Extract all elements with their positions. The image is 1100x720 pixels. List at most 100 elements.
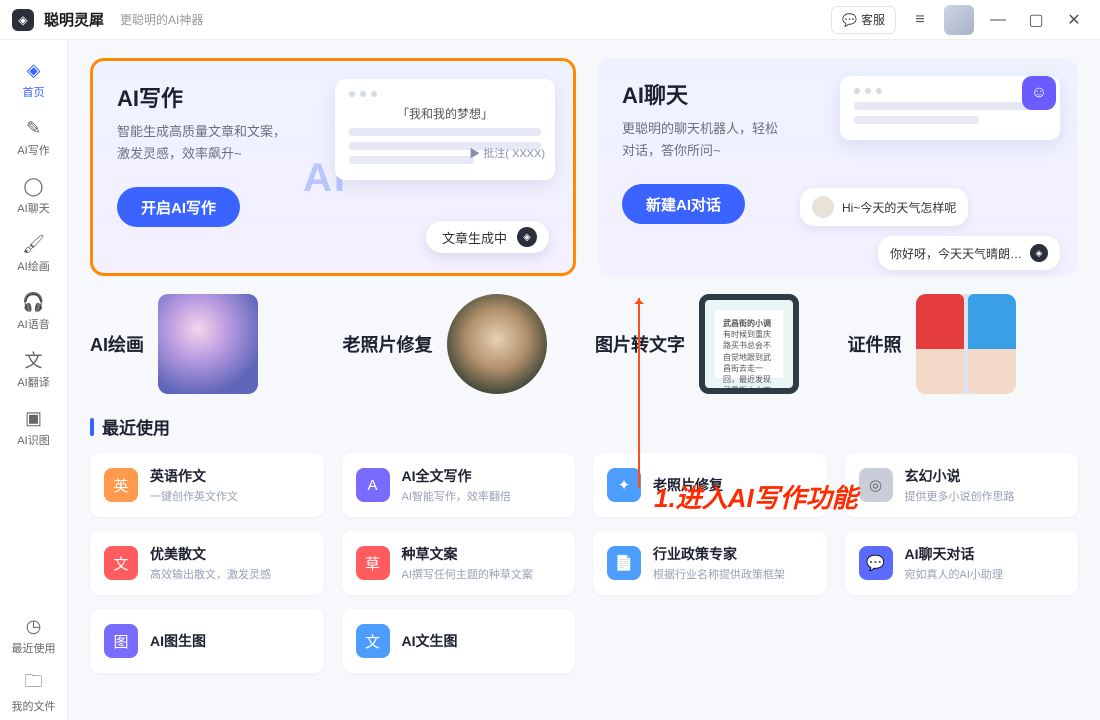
start-write-button[interactable]: 开启AI写作 (117, 187, 240, 227)
sidebar-item-draw[interactable]: 🖌 AI绘画 (6, 224, 62, 280)
recent-item-icon: 📄 (607, 546, 641, 580)
recent-item-icon: 草 (356, 546, 390, 580)
sidebar-item-ocr[interactable]: ▣ AI识图 (6, 398, 62, 454)
recent-item[interactable]: ◎ 玄幻小说提供更多小说创作思路 (845, 453, 1079, 517)
annotation-text: 1.进入AI写作功能 (654, 478, 858, 515)
feature-ocr[interactable]: 图片转文字 武昌街的小调 有时候到重庆路买书总会不自觉地跟到武昌街去走一回，最近… (595, 294, 826, 394)
recent-item-icon: A (356, 468, 390, 502)
chat-bubble-user: Hi~今天的天气怎样呢 (800, 188, 968, 226)
window-maximize-icon[interactable]: ▢ (1022, 6, 1050, 34)
recent-item[interactable]: 英 英语作文一键创作英文作文 (90, 453, 324, 517)
chat-bubbles: Hi~今天的天气怎样呢 你好呀，今天天气晴朗… ◈ (800, 188, 1060, 280)
sidebar-item-label: AI翻译 (6, 374, 62, 390)
recent-item-icon: 文 (356, 624, 390, 658)
mock-topic: 「我和我的梦想」 (349, 105, 541, 122)
recent-item[interactable]: 文 AI文生图 (342, 609, 576, 673)
recent-item[interactable]: 文 优美散文高效输出散文，激发灵感 (90, 531, 324, 595)
sidebar-item-files[interactable]: 🗀 我的文件 (6, 664, 62, 720)
recent-item-icon: 💬 (859, 546, 893, 580)
sidebar-item-label: AI写作 (6, 142, 62, 158)
app-name: 聪明灵犀 (44, 9, 104, 30)
recent-item-title: 行业政策专家 (653, 544, 785, 564)
feature-photo-image (447, 294, 547, 394)
chat-bubble-bot: 你好呀，今天天气晴朗… ◈ (878, 236, 1060, 270)
recent-item-title: 优美散文 (150, 544, 271, 564)
scan-icon: ▣ (22, 406, 46, 430)
recent-item[interactable]: 图 AI图生图 (90, 609, 324, 673)
recent-item-title: AI图生图 (150, 631, 206, 651)
recent-item-icon: 文 (104, 546, 138, 580)
recent-item-title: AI聊天对话 (905, 544, 1003, 564)
sidebar-item-label: 首页 (6, 84, 62, 100)
recent-item-icon: ◎ (859, 468, 893, 502)
headphones-icon: 🎧 (22, 290, 46, 314)
folder-icon: 🗀 (22, 672, 46, 696)
logo-small-icon: ◈ (1030, 244, 1048, 262)
recent-item[interactable]: A AI全文写作AI智能写作，效率翻倍 (342, 453, 576, 517)
recent-item-title: 种草文案 (402, 544, 533, 564)
sidebar-item-label: AI聊天 (6, 200, 62, 216)
avatar[interactable] (944, 5, 974, 35)
generating-pill: 文章生成中 ◈ (426, 221, 549, 253)
app-tagline: 更聪明的AI神器 (120, 11, 203, 28)
sidebar: ◈ 首页 ✎ AI写作 ◯ AI聊天 🖌 AI绘画 🎧 AI语音 文 AI翻译 … (0, 40, 68, 720)
hero-card-chat[interactable]: AI聊天 更聪明的聊天机器人，轻松 对话，答你所问~ 新建AI对话 ☺ (598, 58, 1078, 276)
sidebar-item-label: 我的文件 (6, 698, 62, 714)
annotation-arrow-icon (638, 298, 640, 488)
feature-draw-image (158, 294, 258, 394)
sidebar-item-label: 最近使用 (6, 640, 62, 656)
sidebar-item-home[interactable]: ◈ 首页 (6, 50, 62, 106)
chat-bubble-icon: 💬 (842, 13, 857, 27)
sidebar-item-write[interactable]: ✎ AI写作 (6, 108, 62, 164)
sidebar-item-label: AI语音 (6, 316, 62, 332)
window-minimize-icon[interactable]: — (984, 6, 1012, 34)
feature-draw[interactable]: AI绘画 (90, 294, 321, 394)
chat-icon: ◯ (22, 174, 46, 198)
window-close-icon[interactable]: ✕ (1060, 6, 1088, 34)
new-chat-button[interactable]: 新建AI对话 (622, 184, 745, 224)
recent-item-title: AI文生图 (402, 631, 458, 651)
recent-item-icon: ✦ (607, 468, 641, 502)
feature-id-image (916, 294, 1016, 394)
feature-title: 图片转文字 (595, 331, 685, 357)
sidebar-item-label: AI识图 (6, 432, 62, 448)
clock-icon: ◷ (22, 614, 46, 638)
app-logo-icon: ◈ (12, 9, 34, 31)
recent-item-title: 英语作文 (150, 466, 238, 486)
sidebar-item-translate[interactable]: 文 AI翻译 (6, 340, 62, 396)
translate-icon: 文 (22, 348, 46, 372)
sidebar-item-label: AI绘画 (6, 258, 62, 274)
main-content: AI写作 智能生成高质量文章和文案， 激发灵感，效率飙升~ 开启AI写作 AI … (68, 40, 1100, 720)
recent-item-title: 玄幻小说 (905, 466, 1015, 486)
sidebar-item-voice[interactable]: 🎧 AI语音 (6, 282, 62, 338)
feather-icon: ✎ (22, 116, 46, 140)
brush-icon: 🖌 (22, 232, 46, 256)
recent-heading: 最近使用 (90, 414, 1078, 439)
menu-icon[interactable]: ≡ (906, 6, 934, 34)
feature-photo-restore[interactable]: 老照片修复 (343, 294, 574, 394)
titlebar: ◈ 聪明灵犀 更聪明的AI神器 💬 客服 ≡ — ▢ ✕ (0, 0, 1100, 40)
logo-small-icon: ◈ (517, 227, 537, 247)
feature-title: 证件照 (848, 331, 902, 357)
write-mock-window: 「我和我的梦想」 (335, 79, 555, 180)
recent-item-title: AI全文写作 (402, 466, 511, 486)
recent-item-icon: 英 (104, 468, 138, 502)
recent-item[interactable]: 📄 行业政策专家根据行业名称提供政策框架 (593, 531, 827, 595)
hero-card-write[interactable]: AI写作 智能生成高质量文章和文案， 激发灵感，效率飙升~ 开启AI写作 AI … (90, 58, 576, 276)
feature-ocr-image: 武昌街的小调 有时候到重庆路买书总会不自觉地跟到武昌街去走一回，最近发现武昌街大… (699, 294, 799, 394)
recent-item[interactable]: 💬 AI聊天对话宛如真人的AI小助理 (845, 531, 1079, 595)
support-button[interactable]: 💬 客服 (831, 6, 896, 34)
home-icon: ◈ (22, 58, 46, 82)
recent-item-icon: 图 (104, 624, 138, 658)
recent-item[interactable]: 草 种草文案AI撰写任何主题的种草文案 (342, 531, 576, 595)
feature-id-photo[interactable]: 证件照 (848, 294, 1079, 394)
sidebar-item-recent[interactable]: ◷ 最近使用 (6, 606, 62, 662)
mock-annotation-tag: ▶ 批注( XXXX) (469, 145, 545, 161)
feature-title: AI绘画 (90, 331, 144, 357)
recent-grid: 英 英语作文一键创作英文作文 A AI全文写作AI智能写作，效率翻倍 ✦ 老照片… (90, 453, 1078, 673)
card-description: 更聪明的聊天机器人，轻松 对话，答你所问~ (622, 118, 842, 162)
support-label: 客服 (861, 11, 885, 28)
feature-title: 老照片修复 (343, 331, 433, 357)
chat-bot-icon: ☺ (1022, 76, 1056, 110)
sidebar-item-chat[interactable]: ◯ AI聊天 (6, 166, 62, 222)
